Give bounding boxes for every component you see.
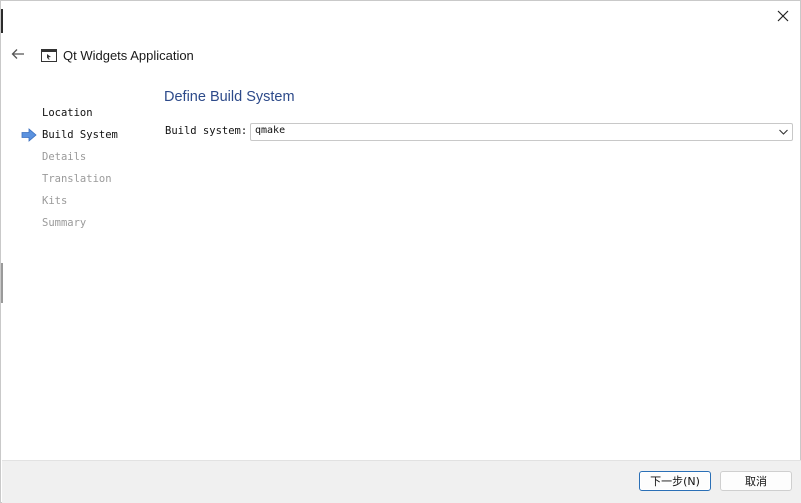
build-system-select[interactable]: qmake bbox=[250, 123, 793, 141]
wizard-title: Qt Widgets Application bbox=[41, 45, 194, 65]
step-label: Details bbox=[42, 151, 87, 163]
step-kits: Kits bbox=[21, 192, 141, 214]
close-icon bbox=[777, 10, 789, 22]
background-window-edge bbox=[1, 263, 3, 303]
back-button[interactable] bbox=[9, 45, 27, 63]
wizard-footer: 下一步(N) 取消 bbox=[2, 460, 801, 503]
chevron-down-icon bbox=[779, 129, 788, 135]
background-window-edge bbox=[1, 9, 3, 33]
build-system-value: qmake bbox=[255, 125, 286, 136]
cancel-button[interactable]: 取消 bbox=[720, 471, 792, 491]
build-system-label: Build system: bbox=[165, 125, 248, 137]
step-location: Location bbox=[21, 104, 141, 126]
page-title: Define Build System bbox=[164, 89, 295, 105]
step-label: Kits bbox=[42, 195, 68, 207]
step-translation: Translation bbox=[21, 170, 141, 192]
step-build-system: Build System bbox=[21, 126, 141, 148]
step-details: Details bbox=[21, 148, 141, 170]
wizard-title-text: Qt Widgets Application bbox=[63, 47, 194, 63]
current-step-arrow-icon bbox=[21, 128, 37, 142]
step-label: Translation bbox=[42, 173, 112, 185]
step-label: Summary bbox=[42, 217, 87, 229]
step-label: Build System bbox=[42, 129, 118, 141]
wizard-steps-list: Location Build System Details Translatio… bbox=[21, 104, 141, 236]
qt-application-icon bbox=[41, 48, 57, 62]
step-summary: Summary bbox=[21, 214, 141, 236]
wizard-window: Qt Widgets Application Location Build Sy… bbox=[0, 0, 801, 503]
back-arrow-icon bbox=[11, 49, 24, 59]
step-label: Location bbox=[42, 107, 93, 119]
close-button[interactable] bbox=[772, 5, 794, 27]
next-button[interactable]: 下一步(N) bbox=[639, 471, 711, 491]
